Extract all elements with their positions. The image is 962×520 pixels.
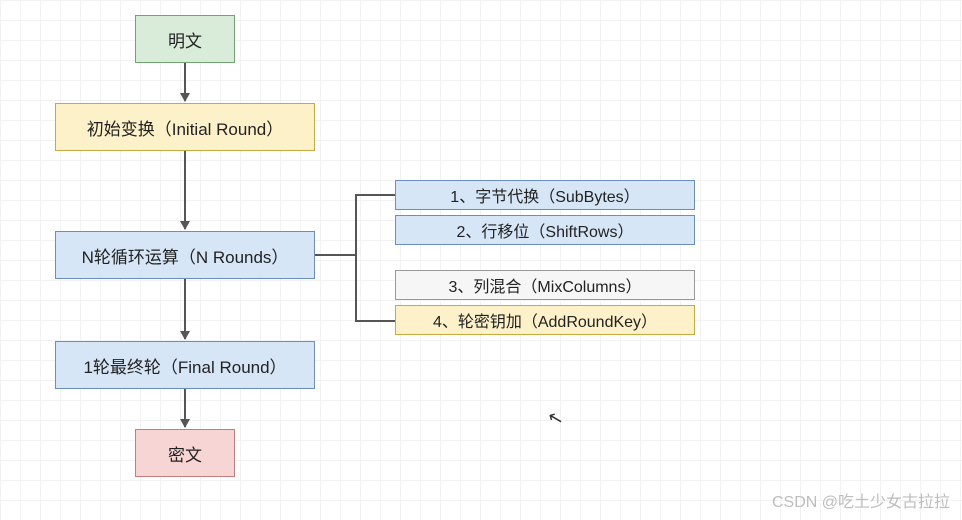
round-step-3-label: 3、列混合（MixColumns）	[449, 273, 642, 297]
node-plaintext-label: 明文	[168, 27, 202, 52]
node-initial-label: 初始变换（Initial Round）	[87, 115, 284, 140]
bracket-round-steps	[355, 194, 357, 322]
node-initial-round: 初始变换（Initial Round）	[55, 103, 315, 151]
round-step-4: 4、轮密钥加（AddRoundKey）	[395, 305, 695, 335]
round-step-3: 3、列混合（MixColumns）	[395, 270, 695, 300]
arrow-final-to-ciphertext	[184, 389, 186, 427]
arrow-plaintext-to-initial	[184, 63, 186, 101]
round-step-1: 1、字节代换（SubBytes）	[395, 180, 695, 210]
round-step-2: 2、行移位（ShiftRows）	[395, 215, 695, 245]
node-ciphertext-label: 密文	[168, 441, 202, 466]
round-step-4-label: 4、轮密钥加（AddRoundKey）	[433, 308, 657, 332]
mouse-cursor-icon: ↖	[546, 406, 566, 430]
node-ciphertext: 密文	[135, 429, 235, 477]
node-n-rounds: N轮循环运算（N Rounds）	[55, 231, 315, 279]
node-final-round: 1轮最终轮（Final Round）	[55, 341, 315, 389]
arrow-initial-to-rounds	[184, 151, 186, 229]
node-plaintext: 明文	[135, 15, 235, 63]
round-step-2-label: 2、行移位（ShiftRows）	[457, 218, 634, 242]
watermark-text: CSDN @吃土少女古拉拉	[772, 488, 950, 512]
round-step-1-label: 1、字节代换（SubBytes）	[450, 183, 639, 207]
arrow-rounds-to-final	[184, 279, 186, 339]
watermark-label: CSDN @吃土少女古拉拉	[772, 494, 950, 511]
bracket-top-to-step1	[373, 194, 395, 196]
bracket-tick-mid	[339, 254, 357, 256]
bracket-bottom-to-step4	[373, 320, 395, 322]
node-n-rounds-label: N轮循环运算（N Rounds）	[82, 243, 289, 268]
node-final-label: 1轮最终轮（Final Round）	[83, 353, 286, 378]
